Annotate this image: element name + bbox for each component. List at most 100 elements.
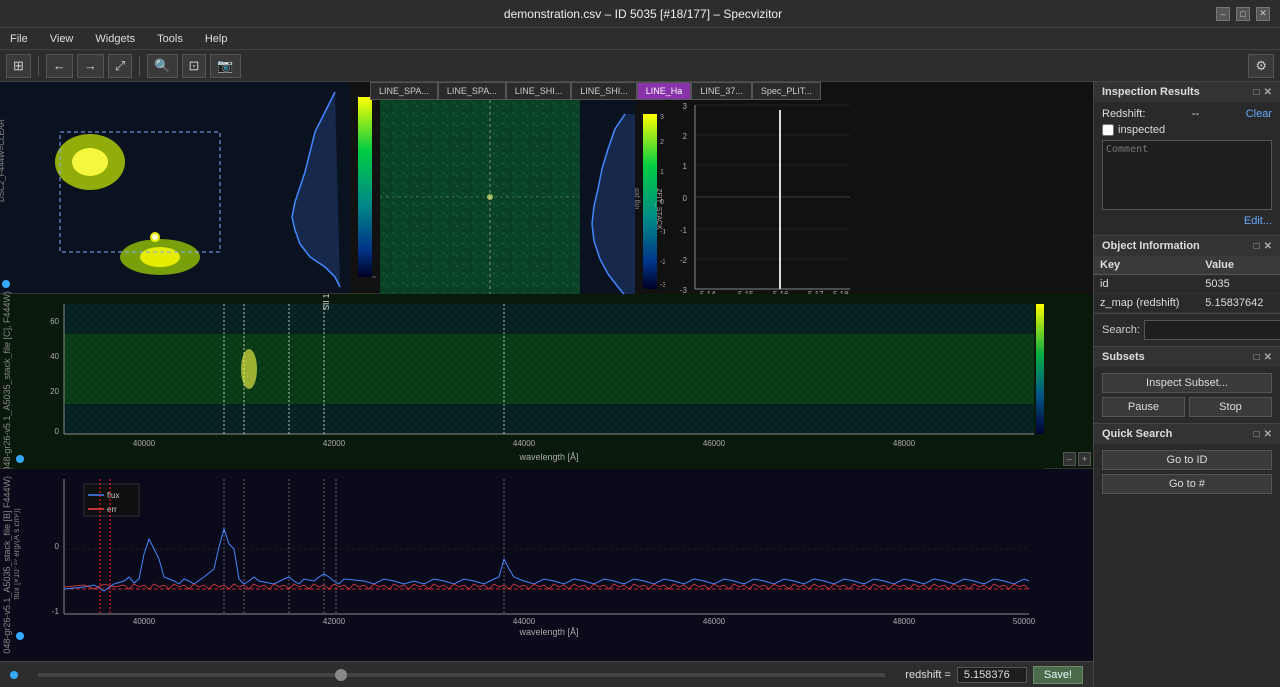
redshift-input[interactable] bbox=[957, 667, 1027, 683]
svg-text:err: err bbox=[107, 505, 117, 514]
svg-text:50000: 50000 bbox=[1013, 617, 1036, 626]
inspection-minimize-icon[interactable]: □ bbox=[1254, 87, 1260, 98]
subsets-minimize-icon[interactable]: □ bbox=[1254, 352, 1260, 363]
center-image-svg bbox=[380, 100, 580, 294]
stop-button[interactable]: Stop bbox=[1189, 397, 1272, 417]
svg-text:SII 1: SII 1 bbox=[322, 294, 331, 310]
object-info-panel-controls[interactable]: □ ✕ bbox=[1254, 241, 1272, 252]
svg-text:48000: 48000 bbox=[893, 617, 916, 626]
screenshot-button[interactable]: 📷 bbox=[210, 54, 240, 78]
back-button[interactable]: ← bbox=[46, 54, 73, 78]
menu-widgets[interactable]: Widgets bbox=[89, 31, 141, 47]
goto-id-button[interactable]: Go to ID bbox=[1102, 450, 1272, 470]
settings-button[interactable]: ⚙ bbox=[1248, 54, 1274, 78]
svg-text:flux: flux bbox=[107, 491, 119, 500]
center-image bbox=[380, 100, 580, 311]
search-input[interactable] bbox=[1144, 320, 1280, 340]
menu-help[interactable]: Help bbox=[199, 31, 234, 47]
clear-button[interactable]: Clear bbox=[1246, 108, 1272, 120]
bottom-indicator bbox=[10, 671, 18, 679]
maximize-button[interactable]: □ bbox=[1236, 7, 1250, 21]
inspected-label: inspected bbox=[1118, 124, 1165, 136]
object-info-close-icon[interactable]: ✕ bbox=[1264, 241, 1272, 252]
tab-line-37[interactable]: LINE_37... bbox=[691, 82, 752, 100]
quick-search-area: Go to ID Go to # bbox=[1094, 444, 1280, 504]
fit-button[interactable]: ⊡ bbox=[182, 54, 207, 78]
svg-text:40000: 40000 bbox=[133, 617, 156, 626]
tab-bar: LINE_SPA... LINE_SPA... LINE_SHI... LINE… bbox=[370, 82, 821, 100]
spectrum-2d-nav[interactable]: – + bbox=[1063, 452, 1091, 466]
search-area: Search: Columns... bbox=[1094, 314, 1280, 346]
tab-spec-plit[interactable]: Spec_PLIT... bbox=[752, 82, 821, 100]
tab-line-ha[interactable]: LINE_Ha bbox=[637, 82, 692, 100]
object-info-title: Object Information bbox=[1102, 240, 1200, 252]
inspected-checkbox[interactable] bbox=[1102, 124, 1114, 136]
timeline-slider-track[interactable] bbox=[38, 673, 885, 677]
quick-search-panel-controls[interactable]: □ ✕ bbox=[1254, 429, 1272, 440]
quick-search-close-icon[interactable]: ✕ bbox=[1264, 429, 1272, 440]
save-button[interactable]: Save! bbox=[1033, 666, 1083, 684]
minimize-button[interactable]: – bbox=[1216, 7, 1230, 21]
quick-search-title: Quick Search bbox=[1102, 428, 1172, 440]
search-row: Search: Columns... bbox=[1102, 320, 1272, 340]
redshift-key-label: Redshift: bbox=[1102, 108, 1145, 120]
redshift-row: Redshift: -- Clear bbox=[1102, 108, 1272, 120]
spectrum-2d-row: 048-gr26-v5.1_A5035_stack_file [C], F444… bbox=[0, 294, 1093, 469]
goto-hash-button[interactable]: Go to # bbox=[1102, 474, 1272, 494]
expand-button[interactable]: ⤢ bbox=[108, 54, 132, 78]
spectrum-1d-indicator bbox=[16, 631, 24, 643]
menu-tools[interactable]: Tools bbox=[151, 31, 189, 47]
redshift-value-label: -- bbox=[1192, 108, 1199, 120]
pause-button[interactable]: Pause bbox=[1102, 397, 1185, 417]
grid-button[interactable]: ⊞ bbox=[6, 54, 31, 78]
value-id: 5035 bbox=[1199, 275, 1280, 294]
zoom-minus-2d[interactable]: – bbox=[1063, 452, 1076, 466]
edit-button[interactable]: Edit... bbox=[1102, 213, 1272, 229]
key-id: id bbox=[1094, 275, 1199, 294]
svg-text:-1: -1 bbox=[680, 226, 688, 235]
svg-text:-3: -3 bbox=[680, 286, 688, 294]
comment-textarea[interactable] bbox=[1102, 140, 1272, 210]
tab-line-spa-2[interactable]: LINE_SPA... bbox=[438, 82, 506, 100]
svg-text:-2: -2 bbox=[680, 256, 688, 265]
quick-search-header: Quick Search □ ✕ bbox=[1094, 424, 1280, 444]
profile-right-svg bbox=[580, 109, 635, 303]
value-zmap: 5.15837642 bbox=[1199, 294, 1280, 313]
svg-text:42000: 42000 bbox=[323, 617, 346, 626]
subsets-close-icon[interactable]: ✕ bbox=[1264, 352, 1272, 363]
svg-text:48000: 48000 bbox=[893, 439, 916, 448]
colorbar-center: 3 2 1 0 -1 -2 -3 log pdf ZFIT_STACK bbox=[635, 100, 665, 311]
left-panels: LINE_SPA... LINE_SPA... LINE_SHI... LINE… bbox=[0, 82, 1093, 687]
zoom-button[interactable]: 🔍 bbox=[147, 54, 177, 78]
inspect-subset-button[interactable]: Inspect Subset... bbox=[1102, 373, 1272, 393]
tab-line-shi-2[interactable]: LINE_SHI... bbox=[571, 82, 637, 100]
timeline-slider-thumb[interactable] bbox=[335, 669, 347, 681]
subsets-panel-controls[interactable]: □ ✕ bbox=[1254, 352, 1272, 363]
menubar: File View Widgets Tools Help bbox=[0, 28, 1280, 50]
quick-search-minimize-icon[interactable]: □ bbox=[1254, 429, 1260, 440]
colorbar-center-svg: 3 2 1 0 -1 -2 -3 log pdf ZFIT_STACK bbox=[635, 109, 665, 303]
inspection-results-header: Inspection Results □ ✕ bbox=[1094, 82, 1280, 102]
zoom-plus-2d[interactable]: + bbox=[1078, 452, 1091, 466]
menu-view[interactable]: View bbox=[44, 31, 80, 47]
svg-text:wavelength [Å]: wavelength [Å] bbox=[518, 452, 578, 462]
close-button[interactable]: ✕ bbox=[1256, 7, 1270, 21]
svg-text:2: 2 bbox=[683, 132, 688, 141]
menu-file[interactable]: File bbox=[4, 31, 34, 47]
forward-button[interactable]: → bbox=[77, 54, 104, 78]
svg-text:44000: 44000 bbox=[513, 617, 536, 626]
svg-text:1: 1 bbox=[683, 162, 688, 171]
tab-line-spa-1[interactable]: LINE_SPA... bbox=[370, 82, 438, 100]
inspection-close-icon[interactable]: ✕ bbox=[1264, 87, 1272, 98]
object-info-section: Object Information □ ✕ Key Value id 5035 bbox=[1094, 236, 1280, 314]
svg-text:wavelength [Å]: wavelength [Å] bbox=[518, 627, 578, 637]
inspection-panel-controls[interactable]: □ ✕ bbox=[1254, 87, 1272, 98]
object-info-table: Key Value id 5035 z_map (redshift) 5.158… bbox=[1094, 256, 1280, 313]
tab-line-shi-1[interactable]: LINE_SHI... bbox=[506, 82, 572, 100]
window-controls[interactable]: – □ ✕ bbox=[1216, 7, 1270, 21]
spectrum-1d-row: 048-gr26-v5.1_A5035_stack_file [B] F444W… bbox=[0, 469, 1093, 661]
toolbar-separator-2 bbox=[139, 56, 140, 76]
object-info-minimize-icon[interactable]: □ bbox=[1254, 241, 1260, 252]
spectrum-1d-yaxis-label: 048-gr26-v5.1_A5035_stack_file [B] F444W… bbox=[0, 469, 14, 661]
key-zmap: z_map (redshift) bbox=[1094, 294, 1199, 313]
